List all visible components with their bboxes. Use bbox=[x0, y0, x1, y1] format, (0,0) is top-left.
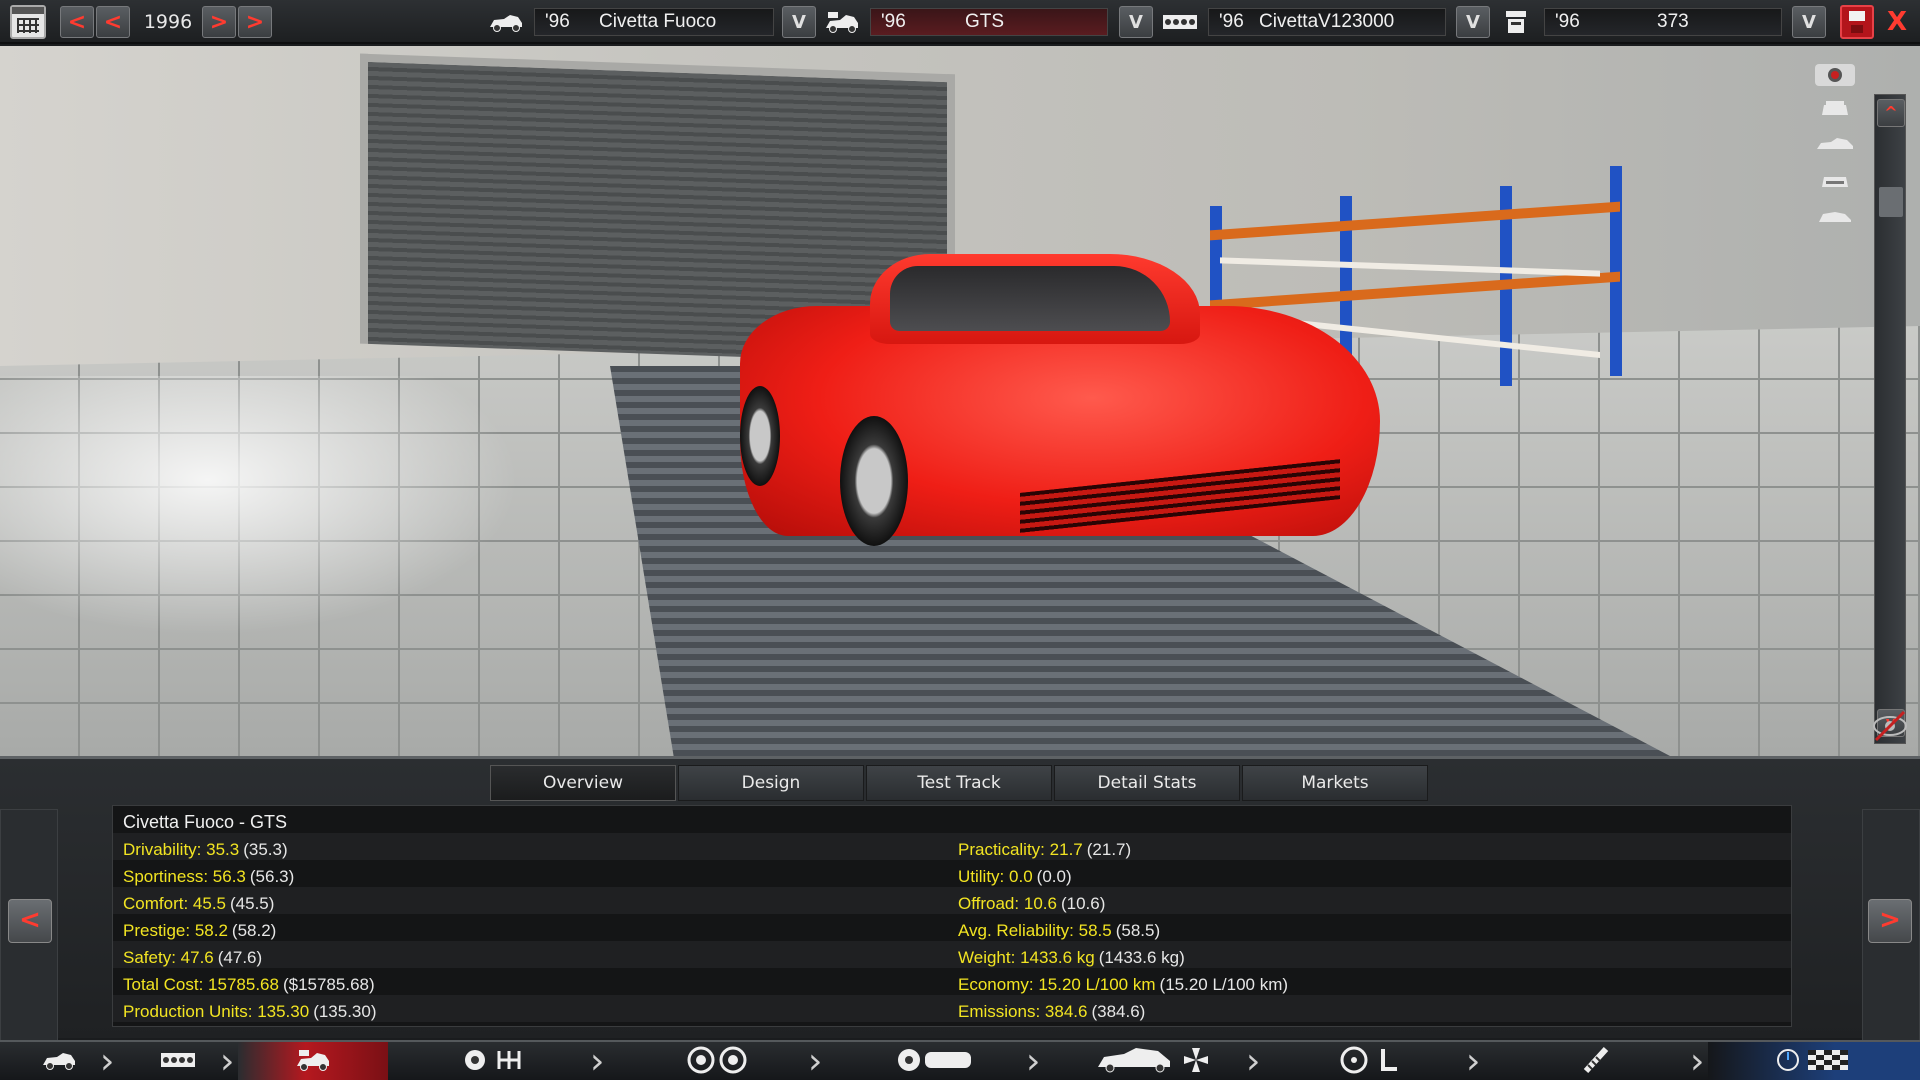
car-3d-viewport[interactable]: ^ v bbox=[0, 46, 1920, 756]
stat-sportiness: Sportiness: 56.3 (56.3) bbox=[123, 867, 295, 886]
suspension-icon bbox=[895, 1046, 975, 1078]
variant-dropdown-button[interactable]: V bbox=[1792, 6, 1826, 38]
trim-car-icon bbox=[295, 1048, 331, 1076]
engine-block-icon bbox=[159, 1049, 197, 1075]
model-selector[interactable]: '96 Civetta Fuoco bbox=[534, 8, 774, 36]
prev-year-button[interactable]: < bbox=[96, 6, 130, 38]
view-rear-icon[interactable] bbox=[1812, 166, 1858, 196]
step-trim[interactable] bbox=[238, 1042, 388, 1080]
trim-year: '96 bbox=[881, 11, 906, 32]
steering-seat-icon bbox=[1339, 1045, 1409, 1079]
trim-selector[interactable]: '96 GTS bbox=[870, 8, 1108, 36]
hide-ui-icon[interactable] bbox=[1870, 706, 1910, 746]
info-tabs: Overview Design Test Track Detail Stats … bbox=[490, 765, 1430, 803]
red-sports-car bbox=[720, 236, 1380, 596]
trim-name: GTS bbox=[965, 11, 1005, 32]
engine-dropdown-button[interactable]: V bbox=[1456, 6, 1490, 38]
stat-comfort: Comfort: 45.5 (45.5) bbox=[123, 894, 275, 913]
view-angle-icon[interactable] bbox=[1812, 202, 1858, 232]
info-panel: Overview Design Test Track Detail Stats … bbox=[0, 756, 1920, 1041]
next-year-fast-button[interactable]: > bbox=[238, 6, 272, 38]
view-side-icon[interactable] bbox=[1812, 130, 1858, 160]
stat-avg-reliability: Avg. Reliability: 58.5 (58.5) bbox=[958, 921, 1161, 940]
save-icon[interactable] bbox=[1840, 5, 1874, 39]
close-button[interactable]: X bbox=[1880, 5, 1914, 39]
stat-production-units: Production Units: 135.30 (135.30) bbox=[123, 1002, 377, 1021]
test-flag-icon bbox=[1774, 1046, 1854, 1078]
shock-absorber-icon bbox=[1578, 1045, 1614, 1079]
prev-year-fast-button[interactable]: < bbox=[60, 6, 94, 38]
wheels-icon bbox=[685, 1046, 749, 1078]
step-model[interactable]: › bbox=[0, 1042, 118, 1080]
stat-weight: Weight: 1433.6 kg (1433.6 kg) bbox=[958, 948, 1185, 967]
step-engine[interactable]: › bbox=[118, 1042, 238, 1080]
step-aero[interactable]: › bbox=[1044, 1042, 1264, 1080]
tab-test-track[interactable]: Test Track bbox=[866, 765, 1052, 801]
variant-name: 373 bbox=[1657, 11, 1689, 32]
tab-overview[interactable]: Overview bbox=[490, 765, 676, 801]
zoom-in-button[interactable]: ^ bbox=[1877, 99, 1905, 127]
next-page-button[interactable]: > bbox=[1868, 899, 1912, 943]
stat-safety: Safety: 47.6 (47.6) bbox=[123, 948, 263, 967]
zoom-scrollbar[interactable]: ^ v bbox=[1874, 94, 1906, 744]
stat-total-cost: Total Cost: 15785.68 ($15785.68) bbox=[123, 975, 375, 994]
stat-drivability: Drivability: 35.3 (35.3) bbox=[123, 840, 288, 859]
step-finish[interactable] bbox=[1708, 1042, 1920, 1080]
trim-car-icon bbox=[822, 8, 862, 36]
zoom-thumb[interactable] bbox=[1879, 187, 1903, 217]
model-dropdown-button[interactable]: V bbox=[782, 6, 816, 38]
step-wheels[interactable]: › bbox=[608, 1042, 826, 1080]
engine-name: CivettaV123000 bbox=[1259, 11, 1395, 32]
stat-offroad: Offroad: 10.6 (10.6) bbox=[958, 894, 1106, 913]
variant-year: '96 bbox=[1555, 11, 1580, 32]
stats-right-column: Practicality: 21.7 (21.7) Utility: 0.0 (0.… bbox=[958, 836, 1288, 1025]
stat-prestige: Prestige: 58.2 (58.2) bbox=[123, 921, 277, 940]
light-patch bbox=[0, 376, 520, 636]
aero-fan-icon bbox=[1094, 1045, 1214, 1079]
model-year: '96 bbox=[545, 11, 570, 32]
trim-dropdown-button[interactable]: V bbox=[1119, 6, 1153, 38]
camera-icon[interactable] bbox=[1812, 58, 1858, 88]
top-bar: < < 1996 > > '96 Civetta Fuoco V '96 GTS V… bbox=[0, 0, 1920, 44]
car-windshield bbox=[890, 266, 1170, 331]
prev-page-button[interactable]: < bbox=[8, 899, 52, 943]
engine-selector[interactable]: '96 CivettaV123000 bbox=[1208, 8, 1446, 36]
engine-block-icon bbox=[1160, 8, 1200, 36]
step-gearbox[interactable]: › bbox=[388, 1042, 608, 1080]
design-step-bar: › › › › › › › › bbox=[0, 1040, 1920, 1080]
car-model-icon bbox=[41, 1049, 77, 1075]
variant-selector[interactable]: '96 373 bbox=[1544, 8, 1782, 36]
stats-left-column: Drivability: 35.3 (35.3) Sportiness: 56.3… bbox=[123, 836, 377, 1025]
overview-stats: Civetta Fuoco - GTS Drivability: 35.3 (35… bbox=[112, 805, 1792, 1027]
step-suspension[interactable]: › bbox=[826, 1042, 1044, 1080]
next-year-button[interactable]: > bbox=[202, 6, 236, 38]
car-model-icon bbox=[486, 8, 526, 36]
tab-design[interactable]: Design bbox=[678, 765, 864, 801]
calendar-icon[interactable] bbox=[10, 5, 46, 39]
tab-detail-stats[interactable]: Detail Stats bbox=[1054, 765, 1240, 801]
year-field: 1996 bbox=[143, 11, 193, 33]
tab-markets[interactable]: Markets bbox=[1242, 765, 1428, 801]
step-interior[interactable]: › bbox=[1264, 1042, 1484, 1080]
stat-economy: Economy: 15.20 L/100 km (15.20 L/100 km) bbox=[958, 975, 1289, 994]
view-front-icon[interactable] bbox=[1812, 94, 1858, 124]
stat-practicality: Practicality: 21.7 (21.7) bbox=[958, 840, 1132, 859]
engine-variant-icon bbox=[1496, 8, 1536, 36]
engine-year: '96 bbox=[1219, 11, 1244, 32]
step-testing[interactable]: › bbox=[1484, 1042, 1708, 1080]
stat-utility: Utility: 0.0 (0.0) bbox=[958, 867, 1072, 886]
stat-emissions: Emissions: 384.6 (384.6) bbox=[958, 1002, 1146, 1021]
gearbox-icon bbox=[463, 1047, 533, 1077]
model-name: Civetta Fuoco bbox=[599, 11, 717, 32]
stats-title: Civetta Fuoco - GTS bbox=[123, 812, 288, 832]
